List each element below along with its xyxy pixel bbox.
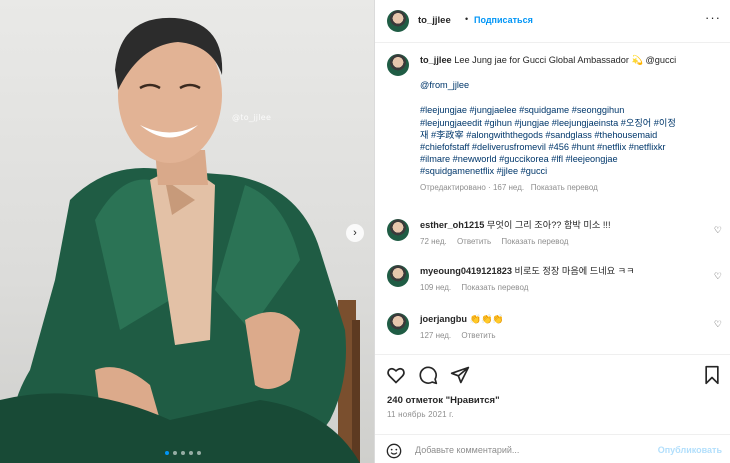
carousel-dot bbox=[197, 451, 201, 455]
avatar[interactable] bbox=[387, 54, 409, 76]
bookmark-icon[interactable] bbox=[702, 365, 722, 385]
emoji-icon[interactable] bbox=[386, 443, 402, 459]
hashtag-line[interactable]: 재 #李政宰 #alongwiththegods #sandglass #the… bbox=[420, 129, 722, 141]
separator-dot: • bbox=[465, 14, 469, 24]
heart-icon[interactable]: ♡ bbox=[714, 225, 722, 236]
heart-icon[interactable]: ♡ bbox=[714, 271, 722, 282]
post-photo[interactable]: @to_jjlee › bbox=[0, 0, 374, 463]
comment-item: esther_oh1215 무엇이 그리 조아?? 함박 미소 !!! 72 н… bbox=[387, 219, 722, 246]
post-comment-button[interactable]: Опубликовать bbox=[658, 445, 722, 455]
likes-count[interactable]: 240 отметок "Нравится" bbox=[387, 395, 500, 406]
post-header: to_jjlee • Подписаться ··· bbox=[375, 0, 730, 43]
portrait-illustration bbox=[0, 17, 360, 463]
comment-item: myeoung0419121823 비로도 정장 마음에 드네요 ㅋㅋ 109 … bbox=[387, 265, 722, 292]
comment-username[interactable]: joerjangbu bbox=[420, 314, 467, 324]
carousel-dots bbox=[165, 451, 201, 455]
post-details-panel: to_jjlee • Подписаться ··· to_jjlee Lee … bbox=[375, 0, 730, 463]
heart-icon[interactable] bbox=[386, 365, 406, 385]
comment-input[interactable] bbox=[415, 440, 645, 460]
carousel-dot bbox=[181, 451, 185, 455]
hashtag-line[interactable]: #leejungjaeedit #gihun #jungjae #leejung… bbox=[420, 117, 722, 129]
post-actions: 240 отметок "Нравится" 11 ноябрь 2021 г.… bbox=[375, 354, 730, 463]
caption-username[interactable]: to_jjlee bbox=[420, 55, 452, 65]
edited-label: Отредактировано bbox=[420, 182, 486, 192]
reply-button[interactable]: Ответить bbox=[457, 237, 491, 246]
add-comment-bar: Опубликовать bbox=[375, 434, 730, 463]
comment-age: 72 нед. bbox=[420, 237, 447, 246]
share-icon[interactable] bbox=[450, 365, 470, 385]
post-date: 11 ноябрь 2021 г. bbox=[387, 410, 454, 419]
comment-icon[interactable] bbox=[418, 365, 438, 385]
photo-watermark: @to_jjlee bbox=[232, 113, 272, 122]
translate-link[interactable]: Показать перевод bbox=[531, 183, 598, 192]
caption-age: 167 нед. bbox=[492, 182, 525, 192]
avatar[interactable] bbox=[387, 313, 409, 335]
hashtag-line[interactable]: #leejungjae #jungjaelee #squidgame #seon… bbox=[420, 104, 722, 116]
avatar[interactable] bbox=[387, 219, 409, 241]
avatar[interactable] bbox=[387, 265, 409, 287]
hashtag-line[interactable]: #chiefofstaff #deliverusfromevil #456 #h… bbox=[420, 141, 722, 153]
comment-item: joerjangbu 👏👏👏 127 нед. Ответить ♡ bbox=[387, 313, 722, 340]
avatar[interactable] bbox=[387, 10, 409, 32]
heart-icon[interactable]: ♡ bbox=[714, 319, 722, 330]
translate-link[interactable]: Показать перевод bbox=[461, 283, 528, 292]
hashtag-line[interactable]: #squidgamenetflix #jjlee #gucci bbox=[420, 165, 722, 177]
comment-text: 무엇이 그리 조아?? 함박 미소 !!! bbox=[486, 220, 611, 230]
chevron-right-icon: › bbox=[353, 227, 357, 239]
next-photo-button[interactable]: › bbox=[346, 224, 364, 242]
caption-meta: Отредактировано · 167 нед. Показать пере… bbox=[420, 182, 598, 192]
carousel-dot bbox=[165, 451, 169, 455]
caption-credit-link[interactable]: @from_jjlee bbox=[420, 79, 722, 91]
caption-text: Lee Jung jae for Gucci Global Ambassador… bbox=[454, 55, 677, 65]
post-caption: to_jjlee Lee Jung jae for Gucci Global A… bbox=[387, 54, 722, 194]
translate-link[interactable]: Показать перевод bbox=[501, 237, 568, 246]
comment-username[interactable]: esther_oh1215 bbox=[420, 220, 484, 230]
carousel-dot bbox=[173, 451, 177, 455]
hashtag-line[interactable]: #ilmare #newworld #guccikorea #lfl #leej… bbox=[420, 153, 722, 165]
follow-button[interactable]: Подписаться bbox=[474, 15, 533, 25]
comment-username[interactable]: myeoung0419121823 bbox=[420, 266, 512, 276]
comment-text: 비로도 정장 마음에 드네요 ㅋㅋ bbox=[514, 266, 635, 276]
comment-age: 127 нед. bbox=[420, 331, 452, 340]
reply-button[interactable]: Ответить bbox=[461, 331, 495, 340]
instagram-post: @to_jjlee › to_jjlee • Подписаться ··· t… bbox=[0, 0, 730, 463]
more-icon[interactable]: ··· bbox=[705, 10, 721, 25]
carousel-dot bbox=[189, 451, 193, 455]
comment-age: 109 нед. bbox=[420, 283, 452, 292]
header-username[interactable]: to_jjlee bbox=[418, 15, 451, 26]
comment-text: 👏👏👏 bbox=[469, 314, 504, 324]
